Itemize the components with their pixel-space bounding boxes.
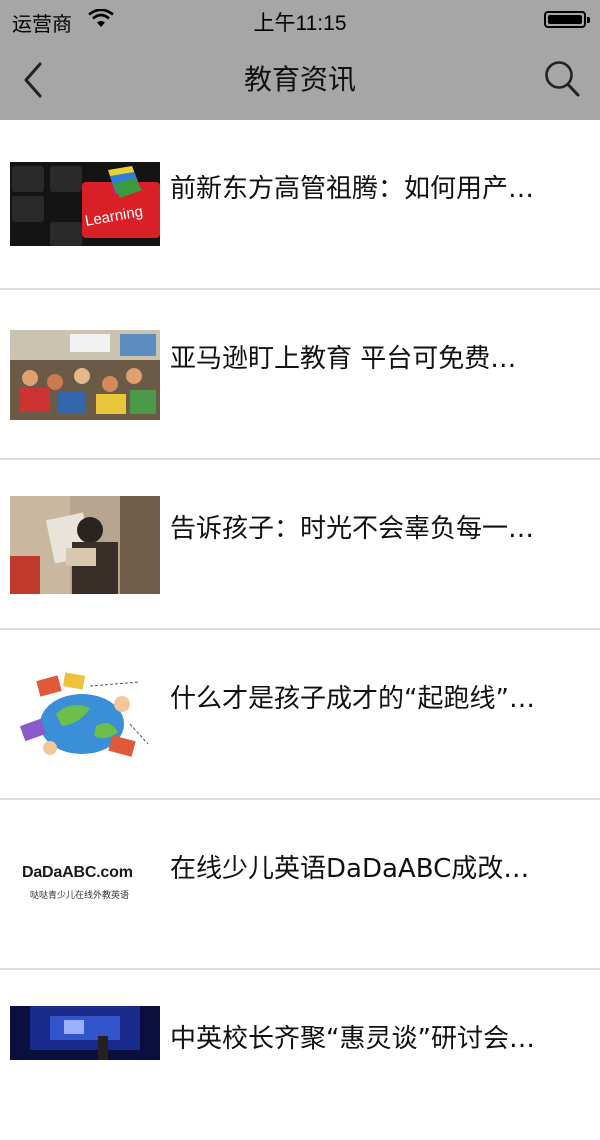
status-bar: 运营商 上午11:15	[0, 0, 600, 40]
article-thumbnail: DaDaABC.com 哒哒青少儿在线外教英语	[10, 858, 160, 912]
status-time: 上午11:15	[253, 12, 347, 35]
list-item[interactable]: 什么才是孩子成才的“起跑线”…	[0, 630, 600, 800]
nav-bar: 教育资讯	[0, 40, 600, 120]
article-list: Learning 前新东方高管祖腾：如何用产… 亚马逊盯上教育 平台可免费… 告…	[0, 120, 600, 1140]
article-thumbnail	[10, 1006, 160, 1060]
search-button[interactable]	[542, 58, 582, 100]
list-item[interactable]: 亚马逊盯上教育 平台可免费…	[0, 290, 600, 460]
article-title: 在线少儿英语DaDaABC成改…	[170, 854, 530, 884]
dada-logo-subtext: 哒哒青少儿在线外教英语	[30, 891, 130, 901]
page-title: 教育资讯	[243, 63, 356, 96]
article-title: 中英校长齐聚“惠灵谈”研讨会…	[170, 1024, 535, 1054]
back-button[interactable]	[18, 60, 50, 100]
dada-logo-text: DaDaABC.com	[22, 864, 133, 881]
list-item[interactable]: 告诉孩子：时光不会辜负每一…	[0, 460, 600, 630]
article-thumbnail: Learning	[10, 162, 160, 246]
list-item[interactable]: 中英校长齐聚“惠灵谈”研讨会…	[0, 970, 600, 1140]
article-thumbnail	[10, 664, 160, 766]
battery-icon	[544, 11, 590, 28]
article-title: 什么才是孩子成才的“起跑线”…	[170, 684, 535, 714]
article-thumbnail	[10, 330, 160, 420]
article-title: 前新东方高管祖腾：如何用产…	[170, 174, 535, 204]
list-item[interactable]: Learning 前新东方高管祖腾：如何用产…	[0, 120, 600, 290]
article-title: 告诉孩子：时光不会辜负每一…	[170, 514, 535, 544]
article-thumbnail	[10, 496, 160, 594]
article-title: 亚马逊盯上教育 平台可免费…	[170, 344, 517, 374]
list-item[interactable]: DaDaABC.com 哒哒青少儿在线外教英语 在线少儿英语DaDaABC成改…	[0, 800, 600, 970]
